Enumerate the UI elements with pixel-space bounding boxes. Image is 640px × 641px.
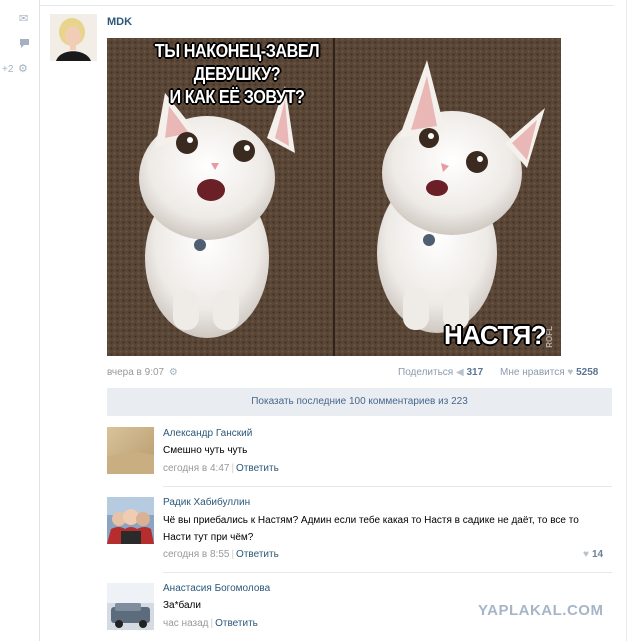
like-button[interactable]: Мне нравится ♥ 5258 xyxy=(500,367,598,378)
comment-meta: сегодня в 8:55 | Ответить xyxy=(163,549,279,560)
meme-top-caption: ТЫ НАКОНЕЦ-ЗАВЕЛ ДЕВУШКУ? И КАК ЕЁ ЗОВУТ… xyxy=(120,40,354,109)
comment-avatar[interactable] xyxy=(107,427,154,474)
share-label: Поделиться xyxy=(398,367,454,378)
comment-text: Смешно чуть чуть xyxy=(163,445,248,456)
comment-avatar[interactable] xyxy=(107,583,154,630)
post-time-label[interactable]: вчера в 9:07 xyxy=(107,367,164,378)
meme-caption-line2: И КАК ЕЁ ЗОВУТ? xyxy=(169,87,305,107)
show-more-comments-button[interactable]: Показать последние 100 комментариев из 2… xyxy=(107,388,612,416)
like-label: Мне нравится xyxy=(500,367,565,378)
comment-like-count: 14 xyxy=(591,549,604,560)
envelope-icon[interactable]: ✉ xyxy=(19,13,28,25)
comment-text-line1: Чё вы приебались к Настям? Админ если те… xyxy=(163,515,579,526)
meme-bottom-caption: НАСТЯ? xyxy=(444,320,547,350)
comment-time[interactable]: час назад xyxy=(163,618,209,629)
meme-caption-line1: ТЫ НАКОНЕЦ-ЗАВЕЛ ДЕВУШКУ? xyxy=(154,41,320,84)
share-count: 317 xyxy=(466,367,484,378)
heart-icon: ♥ xyxy=(583,549,589,560)
comment-author[interactable]: Радик Хабибуллин xyxy=(163,497,250,508)
meme-image[interactable]: ТЫ НАКОНЕЦ-ЗАВЕЛ ДЕВУШКУ? И КАК ЕЁ ЗОВУТ… xyxy=(107,38,561,356)
gear-icon[interactable]: ⚙ xyxy=(169,367,178,378)
comment-divider xyxy=(163,486,612,487)
gear-icon[interactable]: ⚙ xyxy=(18,63,28,75)
post-avatar[interactable] xyxy=(50,14,97,61)
like-count: 5258 xyxy=(576,367,599,378)
post-time[interactable]: вчера в 9:07 ⚙ xyxy=(107,367,178,378)
reply-button[interactable]: Ответить xyxy=(236,549,279,560)
comment-avatar[interactable] xyxy=(107,497,154,544)
megaphone-icon: ◀ xyxy=(456,367,464,378)
share-button[interactable]: Поделиться ◀ 317 xyxy=(398,367,483,378)
left-rail: ✉ +2 ⚙ xyxy=(0,0,40,641)
comment-meta: час назад | Ответить xyxy=(163,618,258,629)
comment-text: Чё вы приебались к Настям? Админ если те… xyxy=(163,512,603,546)
chat-bubble-icon[interactable] xyxy=(19,38,30,52)
comment-text-line2: Насти тут при чём? xyxy=(163,532,254,543)
meme-watermark: ROFL xyxy=(545,326,554,348)
comment-like-button[interactable]: ♥ 14 xyxy=(583,549,603,560)
post-author-link[interactable]: MDK xyxy=(107,16,132,28)
rail-divider xyxy=(39,0,40,641)
comment-author[interactable]: Александр Ганский xyxy=(163,428,252,439)
comment-time[interactable]: сегодня в 4:47 xyxy=(163,463,229,474)
comment-text: За*бали xyxy=(163,600,201,611)
comment-time[interactable]: сегодня в 8:55 xyxy=(163,549,229,560)
comment-author[interactable]: Анастасия Богомолова xyxy=(163,583,270,594)
reply-button[interactable]: Ответить xyxy=(236,463,279,474)
reply-button[interactable]: Ответить xyxy=(215,618,258,629)
comment-meta: сегодня в 4:47 | Ответить xyxy=(163,463,279,474)
site-watermark: YAPLAKAL.COM xyxy=(478,602,604,619)
heart-icon: ♥ xyxy=(567,367,574,378)
top-divider xyxy=(40,5,614,6)
right-divider xyxy=(626,0,627,641)
comment-divider xyxy=(163,572,612,573)
rail-count-label: +2 xyxy=(2,64,14,75)
